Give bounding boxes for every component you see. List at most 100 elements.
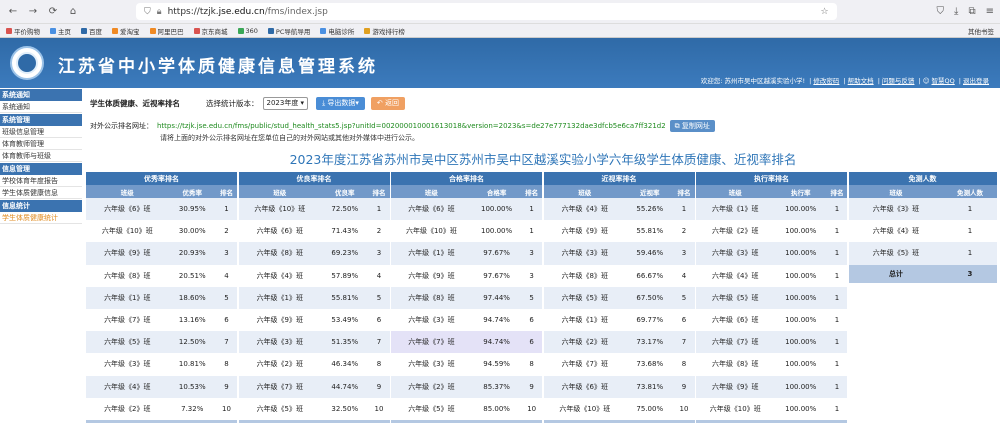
table-cell: 3	[521, 264, 542, 287]
bookmark-item[interactable]: PC导航导用	[267, 26, 310, 36]
bookmark-item[interactable]: 爱淘宝	[112, 26, 140, 36]
sidebar-item[interactable]: 学校体育年度报告	[0, 175, 82, 187]
help-link[interactable]: 帮助文档	[848, 77, 874, 85]
bookmark-item[interactable]: 主页	[50, 26, 71, 36]
change-password-link[interactable]: 修改密码	[813, 77, 839, 85]
table-cell: 94.59%	[471, 353, 522, 376]
table-cell: 六年级《8》班	[391, 286, 472, 309]
bookmark-icon	[364, 27, 371, 34]
table-cell: 六年级《3》班	[543, 242, 627, 265]
table-cell: 100.00%	[774, 242, 827, 265]
bookmark-label: 平价购物	[14, 27, 40, 36]
bookmark-item[interactable]: 百度	[81, 26, 102, 36]
table-cell: 1	[826, 264, 847, 287]
site-logo	[10, 46, 44, 80]
extensions-icon[interactable]: ⧉	[968, 6, 975, 17]
table-cell: 六年级《6》班	[543, 375, 627, 398]
table-cell: 71.43%	[321, 220, 369, 243]
sidebar-item[interactable]: 体育教师与班级	[0, 150, 82, 162]
table-cell: 1	[826, 397, 847, 420]
logout-link[interactable]: 退出登录	[963, 77, 989, 85]
table-cell: 6	[673, 308, 695, 332]
version-select[interactable]: 2023年度 ▾	[262, 96, 309, 110]
sidebar-item[interactable]: 学生体质健康统计	[0, 212, 82, 224]
sidebar-group-head[interactable]: 系统通知	[0, 89, 82, 101]
table-cell: 六年级《7》班	[696, 331, 775, 354]
table-cell: 66.67%	[626, 264, 674, 287]
table-row: 六年级《3》班 94.74% 6	[391, 308, 542, 332]
bookmark-item[interactable]: 京东商城	[193, 26, 228, 36]
sidebar-item[interactable]: 体育教师管理	[0, 138, 82, 150]
sidebar-group-head[interactable]: 信息管理	[0, 163, 82, 175]
table-cell: 六年级《10》班	[86, 220, 169, 243]
table-cell: 1	[826, 242, 847, 265]
table-cell: 12.50%	[168, 331, 216, 354]
table-row: 六年级《6》班 71.43% 2	[238, 220, 390, 243]
table-cell: 30.95%	[168, 198, 216, 221]
table-cell: 10.53%	[168, 375, 216, 398]
bookmark-item[interactable]: 平价购物	[6, 26, 40, 36]
download-icon[interactable]: ⤓	[954, 6, 958, 17]
sidebar: 系统通知 系统通知 系统管理 班级信息管理 体育教师管理 体育教师与班级 信息管理 学校体育年…	[0, 88, 82, 423]
home-icon[interactable]: ⌂	[66, 5, 80, 19]
table-cell: 六年级《6》班	[696, 308, 775, 332]
ranking-table: 执行率排名 班级 执行率 排名 六年级《1》班 100.00% 1 六年级《2》班 100.00…	[696, 172, 847, 423]
qq-link[interactable]: 智慧QQ	[931, 77, 954, 85]
table-cell: 六年级《8》班	[238, 242, 322, 265]
table-cell: 69.23%	[321, 242, 369, 265]
back-icon[interactable]: ←	[6, 5, 20, 19]
bookmark-item[interactable]: 阿里巴巴	[149, 26, 184, 36]
table-cell: 55.26%	[626, 198, 674, 221]
table-row: 六年级《5》班 67.50% 5	[543, 286, 695, 309]
table-row: 六年级《5》班 100.00% 1	[696, 286, 847, 309]
copy-url-button[interactable]: ⧉ 复制网址	[669, 120, 715, 132]
star-icon[interactable]: ☆	[820, 7, 828, 17]
address-bar[interactable]: ⛉ 🔒︎ https://tzjk. jse.edu.cn/fms/index.j…	[136, 3, 837, 20]
table-cell: 六年级《5》班	[86, 331, 169, 354]
table-row: 六年级《1》班 97.67% 3	[391, 242, 542, 265]
table-row: 六年级《4》班 57.89% 4	[238, 264, 390, 287]
table-cell: 六年级《5》班	[238, 397, 322, 420]
table-cell: 18.60%	[168, 286, 216, 309]
sidebar-item[interactable]: 系统通知	[0, 101, 82, 113]
forward-icon[interactable]: →	[26, 5, 40, 19]
table-cell: 1	[826, 198, 847, 221]
feedback-link[interactable]: 问题与反馈	[882, 77, 915, 85]
reload-icon[interactable]: ⟳	[46, 5, 60, 19]
bookmark-label: 京东商城	[201, 27, 228, 36]
sidebar-group-head[interactable]: 系统管理	[0, 114, 82, 126]
table-cell: 100.00%	[774, 286, 827, 309]
table-row: 六年级《3》班 100.00% 1	[696, 242, 847, 265]
table-cell: 六年级《7》班	[543, 353, 627, 376]
sidebar-item[interactable]: 班级信息管理	[0, 126, 82, 138]
column-header: 班级	[848, 185, 944, 198]
shield-toolbar-icon[interactable]: ⛉	[937, 6, 945, 17]
menu-icon[interactable]: ≡	[986, 6, 994, 17]
sidebar-item[interactable]: 学生体质健康信息	[0, 187, 82, 199]
public-url[interactable]: https://tzjk.jse.edu.cn/fms/public/stud_…	[157, 122, 666, 130]
table-cell: 1	[943, 198, 997, 221]
table-cell: 100.00%	[774, 397, 827, 420]
sidebar-group-head[interactable]: 信息统计	[0, 200, 82, 212]
table-cell: 100.00%	[471, 220, 522, 243]
table-cell: 六年级《4》班	[238, 264, 322, 287]
table-row: 六年级《10》班 100.00% 1	[696, 397, 847, 420]
bookmark-item[interactable]: 游戏排行榜	[364, 26, 405, 36]
table-cell: 10.81%	[168, 353, 216, 376]
bookmark-icon	[267, 27, 274, 34]
other-bookmarks[interactable]: 其他书签	[968, 26, 994, 36]
table-cell: 7	[215, 331, 237, 354]
table-row: 六年级《7》班 44.74% 9	[238, 375, 390, 398]
table-cell: 六年级《5》班	[696, 286, 775, 309]
table-cell: 1	[826, 375, 847, 398]
table-row: 六年级《8》班 100.00% 1	[696, 353, 847, 376]
table-row: 六年级《2》班 7.32% 10	[86, 397, 237, 420]
bookmark-item[interactable]: 电脑诊所	[320, 26, 354, 36]
table-cell: 六年级《9》班	[238, 308, 322, 332]
table-cell: 六年级《7》班	[238, 375, 322, 398]
table-row: 六年级《2》班 73.17% 7	[543, 331, 695, 354]
export-button[interactable]: ⤓ 导出数据▾	[316, 96, 365, 110]
back-button[interactable]: ↶ 返回	[370, 96, 406, 110]
table-row: 六年级《4》班 100.00% 1	[696, 264, 847, 287]
bookmark-item[interactable]: 360	[237, 27, 258, 35]
